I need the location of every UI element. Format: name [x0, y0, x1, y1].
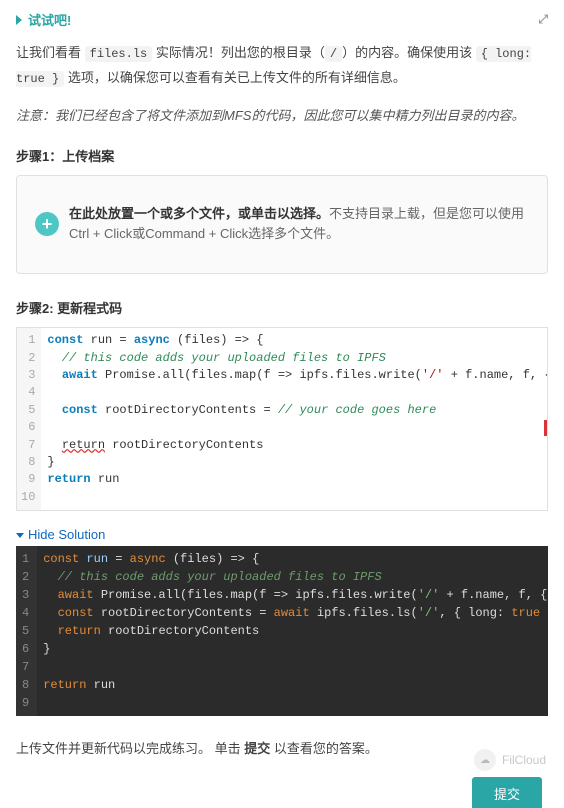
watermark-icon: ☁ — [474, 749, 496, 771]
upload-dropzone[interactable]: + 在此处放置一个或多个文件，或单击以选择。不支持目录上载，但是您可以使用Ctr… — [16, 175, 548, 275]
solution-content: const run = async (files) => { // this c… — [37, 546, 548, 716]
intro-text: 让我们看看 files.ls 实际情况！列出您的根目录（/）的内容。确保使用该 … — [16, 41, 548, 90]
footer-text: 上传文件并更新代码以完成练习。 单击 提交 以查看您的答案。 — [16, 738, 548, 757]
watermark: ☁ FilCloud — [474, 749, 546, 771]
code-snippet: files.ls — [85, 46, 153, 62]
editor-content[interactable]: const run = async (files) => { // this c… — [41, 328, 547, 510]
panel-title: 试试吧! — [28, 10, 71, 29]
watermark-text: FilCloud — [502, 753, 546, 767]
submit-button[interactable]: 提交 — [472, 777, 542, 808]
step1-title: 步骤1：上传档案 — [16, 146, 548, 165]
note-text: 注意：我们已经包含了将文件添加到MFS的代码，因此您可以集中精力列出目录的内容。 — [16, 104, 548, 127]
code-snippet: / — [325, 46, 342, 62]
code-editor[interactable]: 1 2 3 4 5 6 7 8 9 10 const run = async (… — [16, 327, 548, 511]
expand-icon[interactable]: ⤢ — [538, 12, 548, 27]
solution-gutter: 1 2 3 4 5 6 7 8 9 — [16, 546, 37, 716]
panel-header: 试试吧! ⤢ — [16, 10, 548, 29]
hide-solution-toggle[interactable]: Hide Solution — [16, 527, 548, 542]
error-marker — [544, 420, 547, 436]
plus-icon: + — [35, 212, 59, 236]
solution-editor: 1 2 3 4 5 6 7 8 9 const run = async (fil… — [16, 546, 548, 716]
chevron-right-icon — [16, 15, 22, 25]
triangle-down-icon — [16, 533, 24, 538]
step2-title: 步骤2: 更新程式码 — [16, 298, 548, 317]
upload-text: 在此处放置一个或多个文件，或单击以选择。不支持目录上载，但是您可以使用Ctrl … — [69, 204, 529, 246]
editor-gutter: 1 2 3 4 5 6 7 8 9 10 — [17, 328, 41, 510]
